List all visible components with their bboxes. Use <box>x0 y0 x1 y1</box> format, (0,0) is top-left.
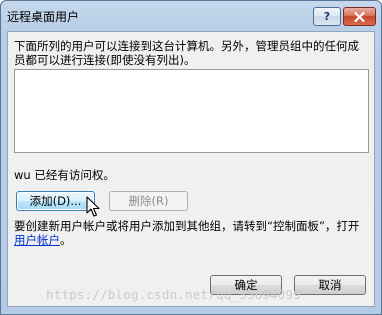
cancel-button[interactable]: 取消 <box>294 275 366 295</box>
close-button[interactable] <box>343 7 376 26</box>
dialog-window: 远程桌面用户 ? 下面所列的用户可以连接到这台计算机。另外，管理员组中的任何成员… <box>0 0 382 315</box>
info-text: 要创建新用户帐户或将用户添加到其他组，请转到“控制面板”，打开用户帐户。 <box>14 219 370 247</box>
close-icon <box>354 11 365 22</box>
dialog-content: 下面所列的用户可以连接到这台计算机。另外，管理员组中的任何成员都可以进行连接(即… <box>7 31 375 307</box>
remove-button: 删除(R) <box>109 191 188 211</box>
info-suffix: 。 <box>60 233 72 247</box>
user-accounts-link[interactable]: 用户帐户 <box>14 233 60 247</box>
info-body: 要创建新用户帐户或将用户添加到其他组，请转到“控制面板”，打开 <box>14 219 360 233</box>
access-status-text: wu 已经有访问权。 <box>14 168 115 182</box>
intro-text: 下面所列的用户可以连接到这台计算机。另外，管理员组中的任何成员都可以进行连接(即… <box>14 39 359 67</box>
title-bar[interactable]: 远程桌面用户 ? <box>1 1 381 31</box>
watermark-text: https://blog.csdn.net/qq_35694099 <box>46 287 301 302</box>
mouse-pointer-icon <box>86 196 100 217</box>
help-icon: ? <box>323 10 331 23</box>
add-button[interactable]: 添加(D)... <box>16 191 95 211</box>
window-title: 远程桌面用户 <box>7 10 80 24</box>
help-button[interactable]: ? <box>313 7 341 26</box>
user-list[interactable] <box>14 69 369 153</box>
